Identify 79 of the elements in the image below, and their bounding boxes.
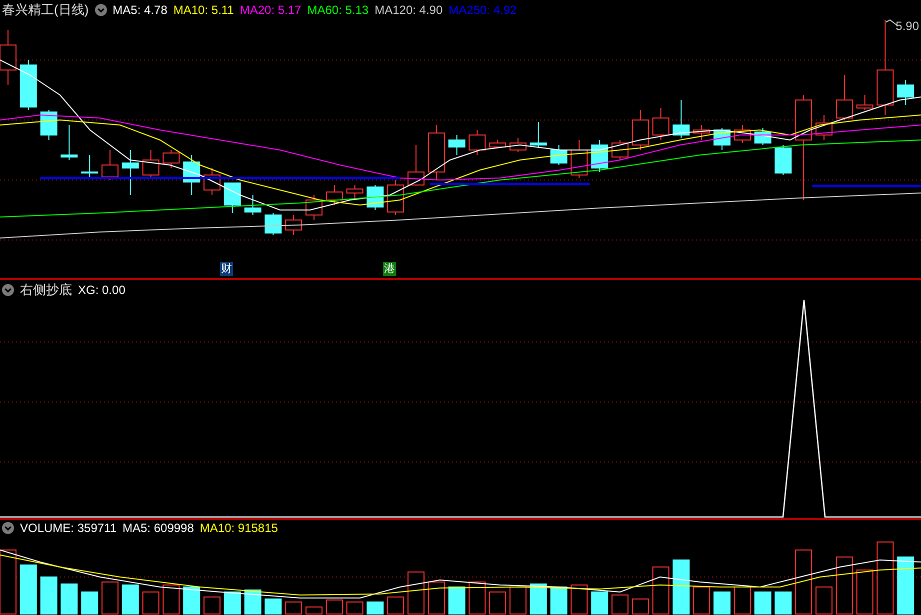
collapse-icon[interactable] bbox=[94, 4, 107, 16]
candlestick bbox=[816, 114, 832, 140]
event-marker[interactable]: 港 bbox=[383, 262, 396, 276]
candlestick bbox=[326, 184, 343, 206]
volume-bar bbox=[754, 592, 772, 614]
indicator-value: MA5: 4.78 bbox=[112, 3, 168, 17]
candlestick bbox=[897, 80, 914, 106]
candlestick bbox=[754, 128, 772, 146]
candlestick bbox=[366, 184, 384, 210]
volume-bar bbox=[366, 602, 384, 614]
candlestick bbox=[652, 108, 670, 140]
candlestick bbox=[632, 110, 649, 150]
event-marker[interactable]: 财 bbox=[220, 262, 233, 276]
collapse-icon[interactable] bbox=[2, 522, 14, 534]
candlestick bbox=[510, 138, 526, 152]
volume-bar bbox=[60, 584, 78, 614]
volume-bar bbox=[530, 584, 547, 614]
candlestick bbox=[224, 182, 241, 214]
candlestick bbox=[142, 150, 160, 178]
indicator-value: XG: 0.00 bbox=[78, 283, 126, 297]
candlestick bbox=[448, 134, 466, 156]
volume-bar bbox=[672, 560, 690, 614]
price-label: 5.90 bbox=[896, 19, 919, 33]
candlestick bbox=[162, 150, 180, 168]
candlestick bbox=[612, 140, 628, 160]
indicator-value: MA10: 915815 bbox=[200, 521, 278, 535]
volume-bar bbox=[183, 586, 200, 614]
indicator-value: VOLUME: 359711 bbox=[20, 521, 116, 535]
indicator-value: MA10: 5.11 bbox=[173, 3, 234, 17]
indicator-value: MA60: 5.13 bbox=[307, 3, 369, 17]
candlestick bbox=[408, 144, 424, 186]
candlestick bbox=[734, 124, 751, 144]
candlestick bbox=[774, 144, 792, 176]
indicator-value: MA250: 4.92 bbox=[448, 3, 517, 17]
volume-bar bbox=[224, 592, 241, 614]
volume-bar bbox=[122, 584, 139, 614]
candlestick bbox=[387, 180, 404, 216]
candlestick bbox=[489, 140, 506, 148]
candlestick bbox=[346, 184, 364, 200]
candlestick bbox=[468, 130, 486, 156]
candlestick bbox=[244, 194, 262, 216]
volume-bar bbox=[591, 592, 608, 614]
candlestick bbox=[204, 168, 220, 196]
indicator-value: MA5: 609998 bbox=[122, 521, 194, 535]
candlestick bbox=[836, 74, 853, 120]
chart-title: 春兴精工(日线) bbox=[2, 1, 89, 19]
candlestick bbox=[714, 128, 730, 150]
volume-bar bbox=[20, 564, 37, 614]
candlestick bbox=[40, 110, 58, 140]
candlestick bbox=[264, 212, 282, 236]
candlestick bbox=[20, 60, 37, 110]
candlestick bbox=[102, 150, 118, 180]
candlestick bbox=[591, 140, 608, 172]
collapse-icon[interactable] bbox=[2, 284, 14, 296]
candlestick bbox=[570, 140, 588, 178]
volume-bar bbox=[244, 590, 262, 614]
indicator-value: MA20: 5.17 bbox=[240, 3, 302, 17]
volume-bar bbox=[81, 592, 98, 614]
volume-bar bbox=[550, 586, 568, 614]
volume-bar bbox=[774, 592, 792, 614]
candlestick bbox=[122, 150, 139, 196]
candlestick bbox=[693, 124, 710, 140]
candlestick bbox=[428, 124, 445, 180]
candlestick bbox=[530, 122, 547, 148]
candlestick bbox=[183, 154, 200, 196]
indicator-title: 右侧抄底 bbox=[20, 281, 72, 299]
volume-bar bbox=[448, 586, 466, 614]
candlestick bbox=[550, 144, 568, 166]
volume-bar bbox=[264, 598, 282, 614]
candlestick bbox=[285, 214, 302, 236]
candlestick bbox=[306, 194, 322, 220]
volume-bar bbox=[40, 576, 58, 614]
candlestick bbox=[672, 100, 690, 138]
indicator-value: MA120: 4.90 bbox=[374, 3, 443, 17]
candlestick bbox=[81, 154, 98, 178]
volume-bar bbox=[714, 592, 730, 614]
volume-bar bbox=[897, 556, 914, 614]
candlestick bbox=[856, 94, 874, 110]
candlestick bbox=[60, 124, 78, 160]
